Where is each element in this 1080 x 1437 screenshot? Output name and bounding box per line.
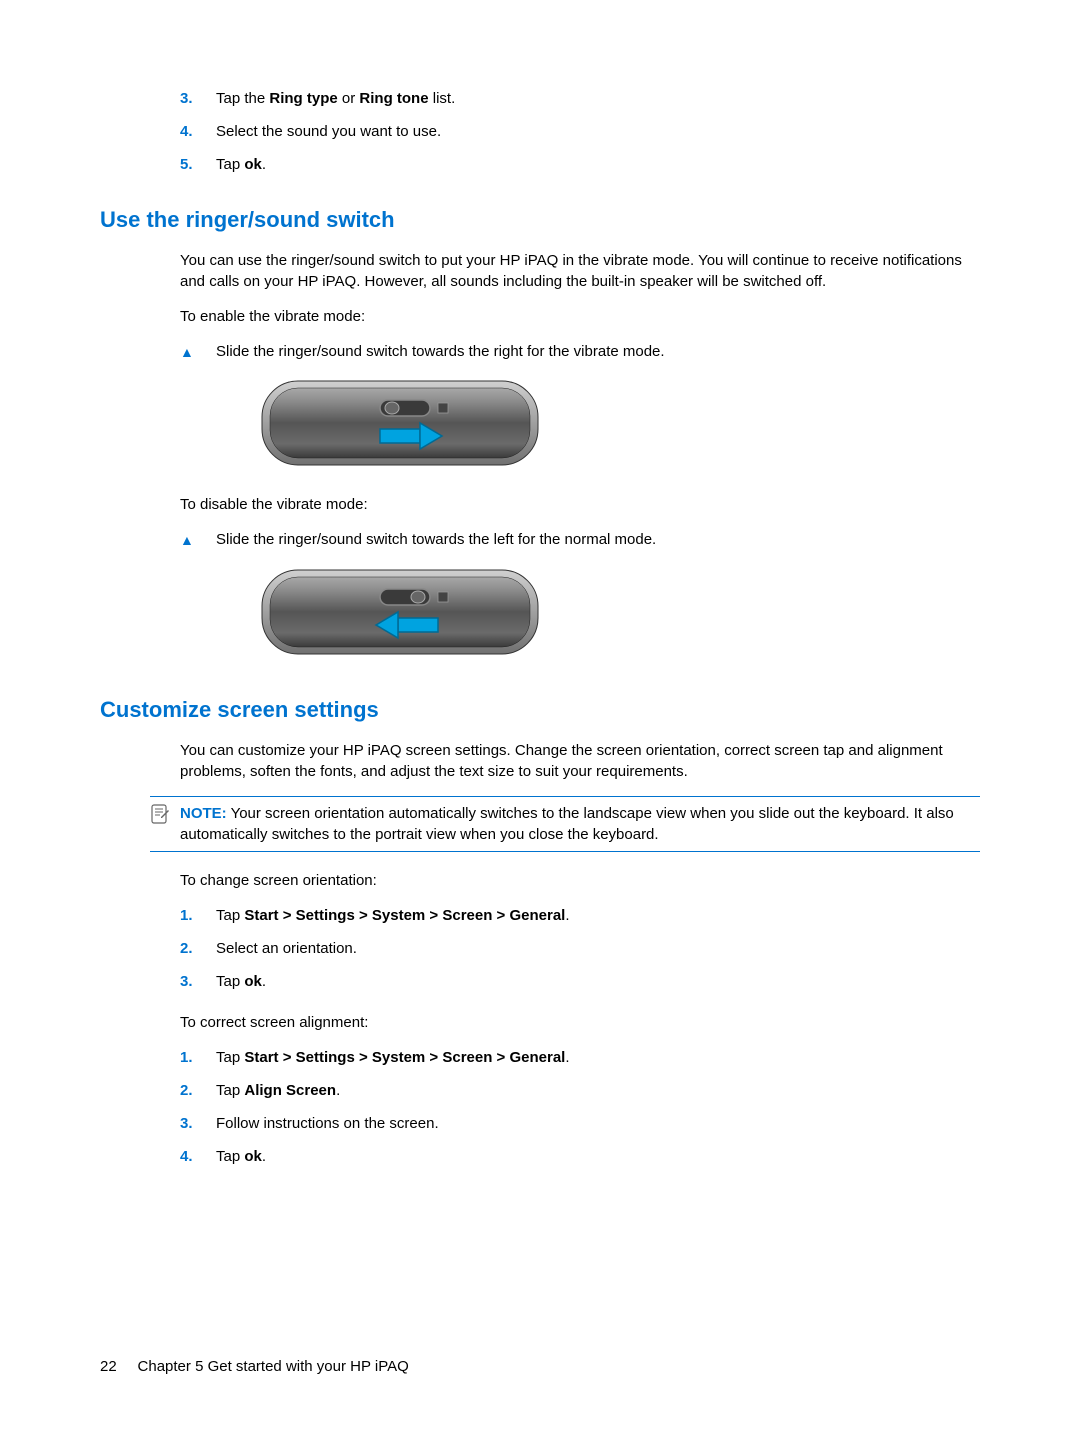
list-text: Tap Align Screen. xyxy=(216,1080,340,1101)
top-ordered-list: 3. Tap the Ring type or Ring tone list. … xyxy=(180,88,980,175)
list-item: 1. Tap Start > Settings > System > Scree… xyxy=(180,1047,980,1068)
list-number: 3. xyxy=(180,88,216,109)
ordered-list-orientation: 1. Tap Start > Settings > System > Scree… xyxy=(180,905,980,992)
list-text: Slide the ringer/sound switch towards th… xyxy=(216,341,665,362)
page-footer: 22 Chapter 5 Get started with your HP iP… xyxy=(100,1356,409,1377)
list-number: 2. xyxy=(180,1080,216,1101)
list-text: Slide the ringer/sound switch towards th… xyxy=(216,529,656,550)
list-text: Tap Start > Settings > System > Screen >… xyxy=(216,905,570,926)
triangle-list: ▲ Slide the ringer/sound switch towards … xyxy=(180,341,980,363)
list-number: 2. xyxy=(180,938,216,959)
triangle-up-icon: ▲ xyxy=(180,531,216,551)
list-text: Tap ok. xyxy=(216,971,266,992)
device-illustration-left xyxy=(260,565,980,665)
heading-customize-screen: Customize screen settings xyxy=(100,695,980,726)
paragraph: To enable the vibrate mode: xyxy=(180,306,980,327)
paragraph: To correct screen alignment: xyxy=(180,1012,980,1033)
note-icon xyxy=(150,804,180,831)
list-number: 4. xyxy=(180,1146,216,1167)
note-content: NOTE: Your screen orientation automatica… xyxy=(180,803,980,845)
list-text: Select the sound you want to use. xyxy=(216,121,441,142)
heading-ringer-switch: Use the ringer/sound switch xyxy=(100,205,980,236)
list-item: 3. Tap ok. xyxy=(180,971,980,992)
list-number: 3. xyxy=(180,1113,216,1134)
list-number: 1. xyxy=(180,1047,216,1068)
list-item: 2. Select an orientation. xyxy=(180,938,980,959)
list-text: Tap ok. xyxy=(216,1146,266,1167)
note-box: NOTE: Your screen orientation automatica… xyxy=(150,796,980,852)
list-text: Follow instructions on the screen. xyxy=(216,1113,439,1134)
paragraph: You can customize your HP iPAQ screen se… xyxy=(180,740,980,782)
ordered-list-alignment: 1. Tap Start > Settings > System > Scree… xyxy=(180,1047,980,1167)
list-text: Tap ok. xyxy=(216,154,266,175)
triangle-up-icon: ▲ xyxy=(180,343,216,363)
triangle-list: ▲ Slide the ringer/sound switch towards … xyxy=(180,529,980,551)
list-item: 5. Tap ok. xyxy=(180,154,980,175)
paragraph: You can use the ringer/sound switch to p… xyxy=(180,250,980,292)
list-item: 3. Follow instructions on the screen. xyxy=(180,1113,980,1134)
list-text: Select an orientation. xyxy=(216,938,357,959)
list-text: Tap the Ring type or Ring tone list. xyxy=(216,88,455,109)
list-item: ▲ Slide the ringer/sound switch towards … xyxy=(180,529,980,551)
list-item: 4. Select the sound you want to use. xyxy=(180,121,980,142)
list-number: 3. xyxy=(180,971,216,992)
list-number: 5. xyxy=(180,154,216,175)
list-item: 2. Tap Align Screen. xyxy=(180,1080,980,1101)
list-item: ▲ Slide the ringer/sound switch towards … xyxy=(180,341,980,363)
paragraph: To disable the vibrate mode: xyxy=(180,494,980,515)
page-number: 22 xyxy=(100,1358,117,1375)
device-illustration-right xyxy=(260,376,980,476)
chapter-label: Chapter 5 Get started with your HP iPAQ xyxy=(138,1358,409,1375)
list-item: 1. Tap Start > Settings > System > Scree… xyxy=(180,905,980,926)
list-number: 4. xyxy=(180,121,216,142)
paragraph: To change screen orientation: xyxy=(180,870,980,891)
list-item: 3. Tap the Ring type or Ring tone list. xyxy=(180,88,980,109)
list-number: 1. xyxy=(180,905,216,926)
list-item: 4. Tap ok. xyxy=(180,1146,980,1167)
list-text: Tap Start > Settings > System > Screen >… xyxy=(216,1047,570,1068)
